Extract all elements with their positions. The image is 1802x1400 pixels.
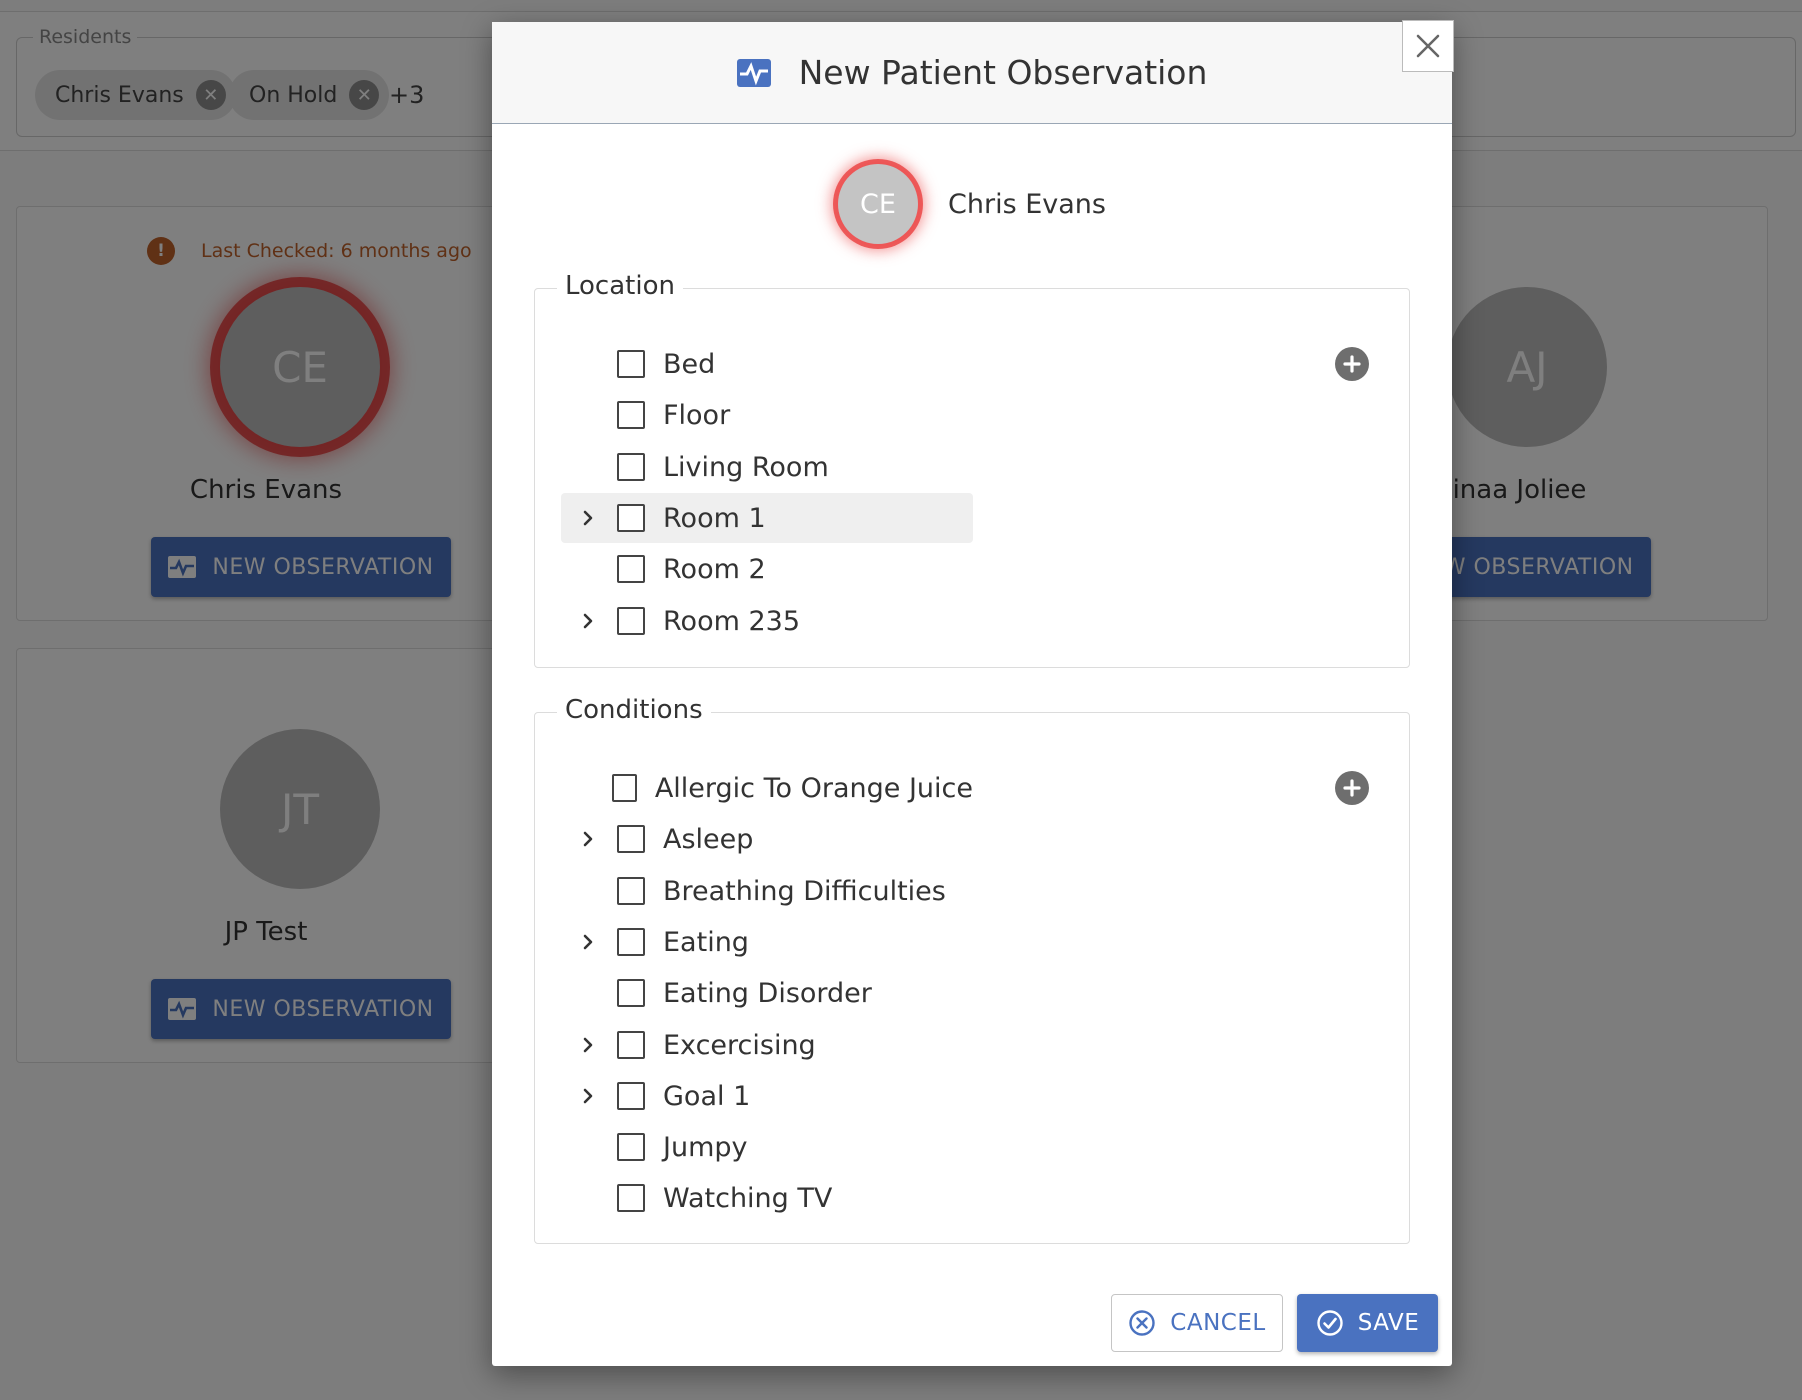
tree-item[interactable]: Jumpy: [561, 1122, 973, 1172]
tree-item-label: Eating: [663, 926, 749, 958]
new-observation-dialog: New Patient Observation CE Chris Evans L…: [492, 20, 1454, 1366]
tree-item-label: Bed: [663, 348, 716, 380]
check-circle-icon: [1317, 1310, 1343, 1336]
checkbox[interactable]: [617, 504, 645, 532]
checkbox[interactable]: [617, 979, 645, 1007]
cancel-circle-icon: [1129, 1310, 1155, 1336]
checkbox[interactable]: [617, 607, 645, 635]
activity-monitor-icon: [736, 58, 771, 87]
tree-item-label: Jumpy: [663, 1131, 748, 1163]
tree-toggle-spacer: [573, 978, 603, 1008]
tree-item[interactable]: Floor: [561, 390, 973, 440]
chevron-right-icon[interactable]: [573, 1030, 603, 1060]
tree-toggle-spacer: [573, 1132, 603, 1162]
tree-toggle-spacer: [573, 1183, 603, 1213]
tree-item-label: Breathing Difficulties: [663, 875, 946, 907]
tree-item[interactable]: Room 235: [561, 596, 973, 646]
tree-item-label: Room 235: [663, 605, 801, 637]
tree-item[interactable]: Room 2: [561, 544, 973, 594]
plus-circle-icon: [1343, 355, 1361, 373]
checkbox[interactable]: [617, 1184, 645, 1212]
add-location-button[interactable]: [1335, 347, 1369, 381]
tree-item[interactable]: Eating: [561, 917, 973, 967]
checkbox[interactable]: [617, 453, 645, 481]
checkbox[interactable]: [617, 350, 645, 378]
tree-item-label: Living Room: [663, 451, 829, 483]
location-group: Location Bed Floor Living Room Room 1 Room 2…: [534, 271, 1410, 668]
dialog-header: New Patient Observation: [492, 20, 1454, 124]
tree-toggle-spacer: [573, 349, 603, 379]
chevron-right-icon[interactable]: [573, 606, 603, 636]
cancel-label: CANCEL: [1170, 1310, 1266, 1336]
plus-circle-icon: [1343, 779, 1361, 797]
tree-item-label: Floor: [663, 399, 731, 431]
checkbox[interactable]: [617, 928, 645, 956]
save-button[interactable]: SAVE: [1297, 1294, 1438, 1352]
conditions-group: Conditions Allergic To Orange Juice Aslee…: [534, 695, 1410, 1244]
conditions-legend: Conditions: [557, 695, 711, 725]
tree-item-label: Asleep: [663, 823, 754, 855]
close-button[interactable]: [1402, 20, 1454, 72]
tree-item[interactable]: Bed: [561, 339, 973, 389]
tree-item[interactable]: Goal 1: [561, 1071, 973, 1121]
tree-item[interactable]: Room 1: [561, 493, 973, 543]
tree-item-label: Room 2: [663, 553, 766, 585]
chevron-right-icon[interactable]: [573, 824, 603, 854]
tree-item-label: Excercising: [663, 1029, 816, 1061]
tree-item[interactable]: Asleep: [561, 814, 973, 864]
tree-toggle-spacer: [573, 554, 603, 584]
checkbox[interactable]: [617, 1082, 645, 1110]
tree-item[interactable]: Breathing Difficulties: [561, 866, 973, 916]
save-label: SAVE: [1357, 1310, 1420, 1336]
tree-item[interactable]: Watching TV: [561, 1173, 973, 1223]
patient-info: CE Chris Evans: [492, 162, 1452, 246]
tree-item-label: Eating Disorder: [663, 977, 872, 1009]
checkbox[interactable]: [617, 825, 645, 853]
add-condition-button[interactable]: [1335, 771, 1369, 805]
chevron-right-icon[interactable]: [573, 503, 603, 533]
tree-item-label: Room 1: [663, 502, 766, 534]
location-legend: Location: [557, 271, 683, 301]
tree-toggle-spacer: [573, 876, 603, 906]
close-icon: [1416, 34, 1440, 58]
tree-item[interactable]: Eating Disorder: [561, 968, 973, 1018]
tree-toggle-spacer: [573, 452, 603, 482]
tree-item[interactable]: Living Room: [561, 442, 973, 492]
checkbox[interactable]: [617, 555, 645, 583]
patient-name: Chris Evans: [948, 188, 1106, 220]
chevron-right-icon[interactable]: [573, 1081, 603, 1111]
tree-item-label: Goal 1: [663, 1080, 751, 1112]
tree-item-label: Allergic To Orange Juice: [654, 772, 973, 804]
dialog-title: New Patient Observation: [798, 53, 1208, 92]
chevron-right-icon[interactable]: [573, 927, 603, 957]
tree-toggle-spacer: [573, 400, 603, 430]
checkbox[interactable]: [612, 774, 637, 802]
checkbox[interactable]: [617, 877, 645, 905]
tree-toggle-spacer: [573, 773, 598, 803]
tree-item[interactable]: Excercising: [561, 1020, 973, 1070]
avatar: CE: [838, 164, 918, 244]
cancel-button[interactable]: CANCEL: [1111, 1294, 1283, 1352]
checkbox[interactable]: [617, 401, 645, 429]
checkbox[interactable]: [617, 1133, 645, 1161]
tree-item-label: Watching TV: [663, 1182, 833, 1214]
checkbox[interactable]: [617, 1031, 645, 1059]
tree-item[interactable]: Allergic To Orange Juice: [561, 763, 973, 813]
